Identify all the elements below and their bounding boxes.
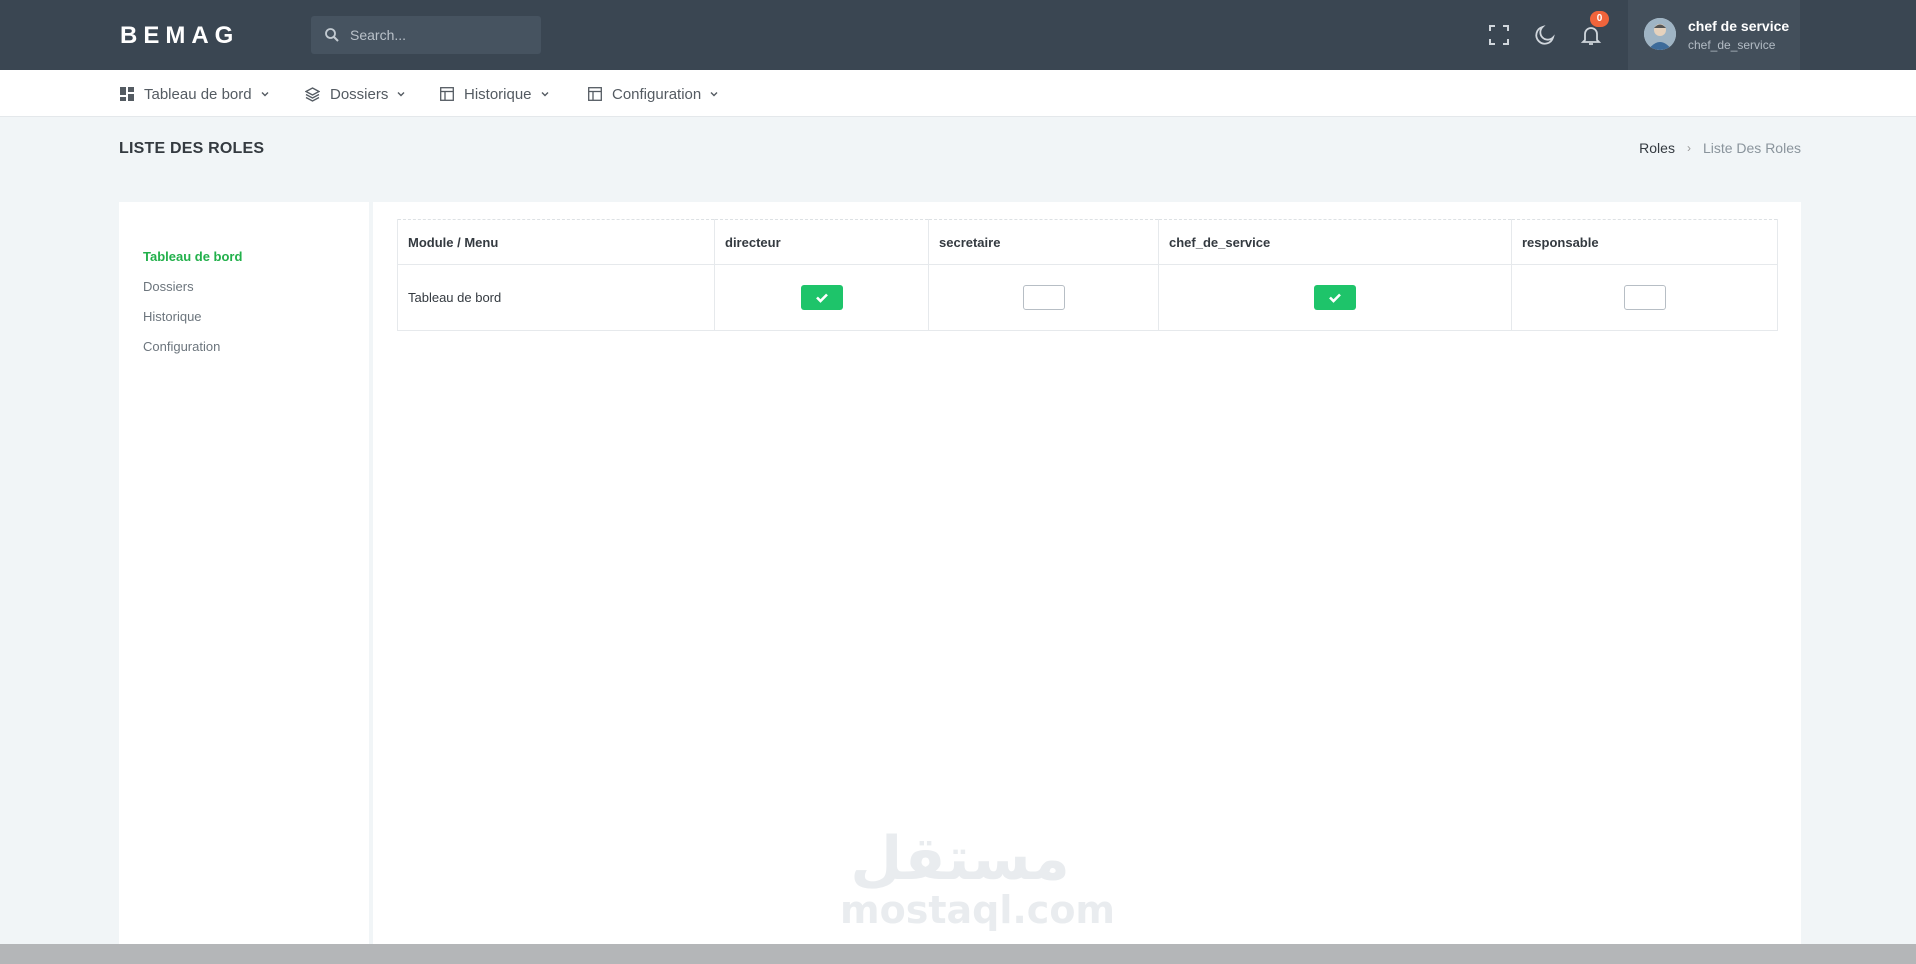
chevron-down-icon	[710, 92, 718, 97]
layers-icon	[305, 86, 320, 102]
breadcrumb-roles[interactable]: Roles	[1639, 140, 1675, 156]
dashboard-icon	[120, 87, 134, 101]
layout-icon	[588, 87, 602, 101]
search-input[interactable]: Search...	[350, 27, 406, 43]
sidebar-item-configuration[interactable]: Configuration	[143, 339, 220, 354]
col-chef-de-service: chef_de_service	[1158, 219, 1512, 265]
layout-icon	[440, 87, 454, 101]
col-secretaire: secretaire	[928, 219, 1159, 265]
watermark: مستقل mostaql.com	[840, 824, 1116, 932]
module-sidebar: Tableau de bord Dossiers Historique Conf…	[119, 202, 369, 944]
sidebar-item-historique[interactable]: Historique	[143, 309, 202, 324]
user-role: chef_de_service	[1688, 38, 1776, 52]
cell-chef-de-service	[1158, 264, 1512, 331]
table-header-row: Module / Menu directeur secretaire chef_…	[397, 219, 1778, 265]
permission-checkbox-secretaire[interactable]	[1022, 285, 1065, 310]
col-module: Module / Menu	[397, 219, 715, 265]
user-menu[interactable]: chef de service chef_de_service	[1628, 0, 1800, 70]
user-name: chef de service	[1688, 18, 1790, 34]
main-menu: Tableau de bord Dossiers Historique Conf…	[0, 70, 1916, 117]
check-icon	[1329, 293, 1341, 303]
top-navbar: BEMAG Search... 0 chef de service chef_d…	[0, 0, 1916, 70]
menu-item-configuration[interactable]: Configuration	[588, 83, 719, 105]
col-responsable: responsable	[1511, 219, 1778, 265]
menu-item-historique[interactable]: Historique	[440, 83, 550, 105]
col-directeur: directeur	[714, 219, 929, 265]
menu-item-tableau-de-bord[interactable]: Tableau de bord	[120, 83, 270, 105]
cell-directeur	[714, 264, 929, 331]
roles-table: Module / Menu directeur secretaire chef_…	[397, 219, 1778, 331]
row-module: Tableau de bord	[397, 264, 715, 331]
breadcrumb: Roles › Liste Des Roles	[1639, 140, 1801, 156]
table-row: Tableau de bord	[397, 264, 1778, 331]
search-box[interactable]: Search...	[311, 16, 541, 54]
roles-card: Module / Menu directeur secretaire chef_…	[373, 202, 1801, 944]
bottom-bar	[0, 944, 1916, 964]
search-icon	[325, 28, 339, 42]
menu-item-dossiers[interactable]: Dossiers	[305, 83, 406, 105]
brand-logo[interactable]: BEMAG	[120, 22, 239, 50]
permission-checkbox-chef-de-service[interactable]	[1314, 285, 1356, 310]
chevron-down-icon	[261, 92, 269, 97]
watermark-arabic: مستقل	[850, 824, 1070, 894]
menu-item-label: Dossiers	[330, 85, 389, 103]
page-title: LISTE DES ROLES	[119, 140, 265, 157]
menu-item-label: Configuration	[612, 85, 702, 103]
menu-item-label: Tableau de bord	[144, 85, 252, 103]
chevron-down-icon	[397, 92, 405, 97]
permission-checkbox-responsable[interactable]	[1623, 285, 1666, 310]
cell-responsable	[1511, 264, 1778, 331]
sidebar-item-dossiers[interactable]: Dossiers	[143, 279, 194, 294]
moon-icon[interactable]	[1533, 23, 1557, 47]
cell-secretaire	[928, 264, 1159, 331]
avatar	[1644, 18, 1676, 50]
watermark-latin: mostaql.com	[840, 888, 1116, 932]
chevron-down-icon	[541, 92, 549, 97]
notification-badge: 0	[1590, 11, 1609, 27]
check-icon	[815, 293, 828, 303]
breadcrumb-separator-icon: ›	[1686, 141, 1691, 155]
permission-checkbox-directeur[interactable]	[800, 285, 843, 310]
menu-item-label: Historique	[464, 85, 532, 103]
fullscreen-icon[interactable]	[1487, 23, 1511, 47]
breadcrumb-current: Liste Des Roles	[1702, 140, 1801, 156]
sidebar-item-tableau-de-bord[interactable]: Tableau de bord	[143, 249, 242, 264]
